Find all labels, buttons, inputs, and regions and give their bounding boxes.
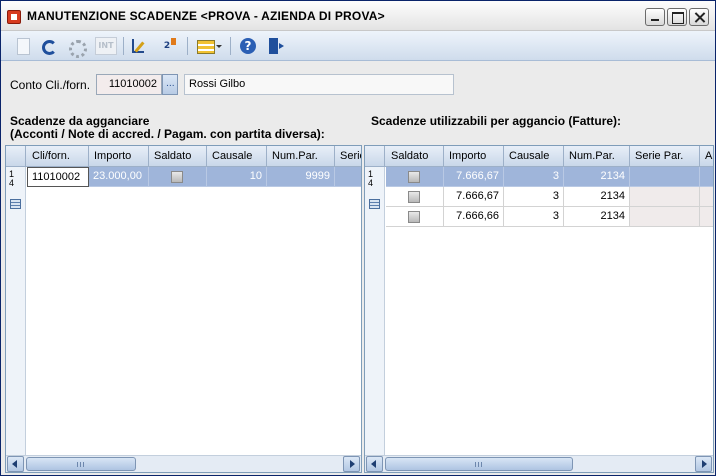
right-grid[interactable]: Saldato Importo Causale Num.Par. Serie P… xyxy=(364,145,714,473)
conto-name-field: Rossi Gilbo xyxy=(184,74,454,95)
record-navigator-icon[interactable] xyxy=(369,199,380,209)
row-indicator-column: 1 4 xyxy=(365,167,385,455)
cell-num-par[interactable]: 9999 xyxy=(267,167,335,187)
cell-a[interactable] xyxy=(700,167,713,187)
cell-causale[interactable]: 3 xyxy=(504,207,564,227)
cell-serie-par[interactable] xyxy=(630,167,700,187)
checkbox[interactable] xyxy=(408,171,420,183)
conto-label: Conto Cli./forn. xyxy=(10,78,91,92)
cell-causale[interactable]: 3 xyxy=(504,167,564,187)
close-button[interactable] xyxy=(689,8,709,26)
cell-causale[interactable]: 3 xyxy=(504,187,564,207)
new-document-icon[interactable] xyxy=(14,37,32,55)
grid-corner xyxy=(365,146,385,166)
left-section-title: Scadenze da agganciare xyxy=(10,114,150,128)
cell-num-par[interactable]: 2134 xyxy=(564,207,630,227)
cell-causale[interactable]: 10 xyxy=(207,167,267,187)
cell-importo[interactable]: 23.000,00 xyxy=(89,167,149,187)
app-icon xyxy=(7,10,21,24)
column-header[interactable]: Saldato xyxy=(149,146,207,166)
right-section-title: Scadenze utilizzabili per aggancio (Fatt… xyxy=(371,114,622,128)
column-header[interactable]: Importo xyxy=(89,146,149,166)
column-header[interactable]: Importo xyxy=(444,146,504,166)
scroll-left-button[interactable] xyxy=(7,456,24,472)
toolbar-separator xyxy=(230,37,231,55)
gear-icon[interactable] xyxy=(66,37,87,58)
cell-serie-par[interactable] xyxy=(630,187,700,207)
minimize-button[interactable] xyxy=(645,8,665,26)
left-horizontal-scrollbar[interactable] xyxy=(6,455,361,472)
title-bar: MANUTENZIONE SCADENZE <PROVA - AZIENDA D… xyxy=(1,1,715,31)
chevron-down-icon[interactable] xyxy=(215,37,223,55)
numbering-icon[interactable]: 2 xyxy=(158,37,176,55)
column-header[interactable]: Causale xyxy=(504,146,564,166)
column-header[interactable]: Causale xyxy=(207,146,267,166)
conto-code-field[interactable]: 11010002 xyxy=(96,74,162,95)
right-grid-header: Saldato Importo Causale Num.Par. Serie P… xyxy=(365,146,713,167)
window-title: MANUTENZIONE SCADENZE <PROVA - AZIENDA D… xyxy=(27,9,385,23)
column-header[interactable]: A xyxy=(700,146,713,166)
column-header[interactable]: Num.Par. xyxy=(564,146,630,166)
cell-saldato[interactable] xyxy=(386,167,444,187)
scroll-left-button[interactable] xyxy=(366,456,383,472)
cell-importo[interactable]: 7.666,67 xyxy=(444,187,504,207)
record-navigator-icon[interactable] xyxy=(10,199,21,209)
column-header[interactable]: Num.Par. xyxy=(267,146,335,166)
column-header[interactable]: Saldato xyxy=(386,146,444,166)
checkbox[interactable] xyxy=(171,171,183,183)
checkbox[interactable] xyxy=(408,191,420,203)
left-section-subtitle: (Acconti / Note di accred. / Pagam. con … xyxy=(10,127,325,141)
cell-serie-par[interactable] xyxy=(630,207,700,227)
checkbox[interactable] xyxy=(408,211,420,223)
cell-saldato[interactable] xyxy=(386,187,444,207)
cell-num-par[interactable]: 2134 xyxy=(564,167,630,187)
right-horizontal-scrollbar[interactable] xyxy=(365,455,713,472)
edit-pen-icon[interactable] xyxy=(130,37,148,55)
column-header[interactable]: Cli/forn. xyxy=(27,146,89,166)
refresh-icon[interactable] xyxy=(39,37,57,55)
left-grid[interactable]: Cli/forn. Importo Saldato Causale Num.Pa… xyxy=(5,145,362,473)
cell-importo[interactable]: 7.666,66 xyxy=(444,207,504,227)
cell-num-par[interactable]: 2134 xyxy=(564,187,630,207)
main-window: MANUTENZIONE SCADENZE <PROVA - AZIENDA D… xyxy=(0,0,716,476)
cell-a[interactable] xyxy=(700,207,713,227)
scroll-thumb[interactable] xyxy=(26,457,136,471)
cell-a[interactable] xyxy=(700,187,713,207)
cell-importo[interactable]: 7.666,67 xyxy=(444,167,504,187)
column-header[interactable]: Serie Par. xyxy=(630,146,700,166)
cell-saldato[interactable] xyxy=(386,207,444,227)
scroll-right-button[interactable] xyxy=(695,456,712,472)
grid-corner xyxy=(6,146,26,166)
row-indicator-number: 1 4 xyxy=(9,169,15,188)
left-grid-header: Cli/forn. Importo Saldato Causale Num.Pa… xyxy=(6,146,361,167)
exit-door-icon[interactable] xyxy=(267,37,285,55)
scroll-right-button[interactable] xyxy=(343,456,360,472)
cell-saldato[interactable] xyxy=(149,167,207,187)
toolbar: INT 2 xyxy=(1,31,715,61)
list-options-icon[interactable] xyxy=(196,37,215,55)
row-indicator-number: 1 4 xyxy=(368,169,374,188)
int-icon[interactable]: INT xyxy=(95,37,117,55)
row-indicator-column: 1 4 xyxy=(6,167,26,455)
scroll-thumb[interactable] xyxy=(385,457,573,471)
toolbar-separator xyxy=(123,37,124,55)
cell-serie[interactable] xyxy=(335,167,361,187)
help-icon[interactable] xyxy=(239,37,257,55)
ellipsis-icon: ... xyxy=(166,79,175,89)
toolbar-separator xyxy=(187,37,188,55)
column-header[interactable]: Serie xyxy=(335,146,361,166)
maximize-button[interactable] xyxy=(667,8,687,26)
conto-lookup-button[interactable]: ... xyxy=(162,74,178,95)
cell-cli-forn[interactable]: 11010002 xyxy=(27,167,89,187)
